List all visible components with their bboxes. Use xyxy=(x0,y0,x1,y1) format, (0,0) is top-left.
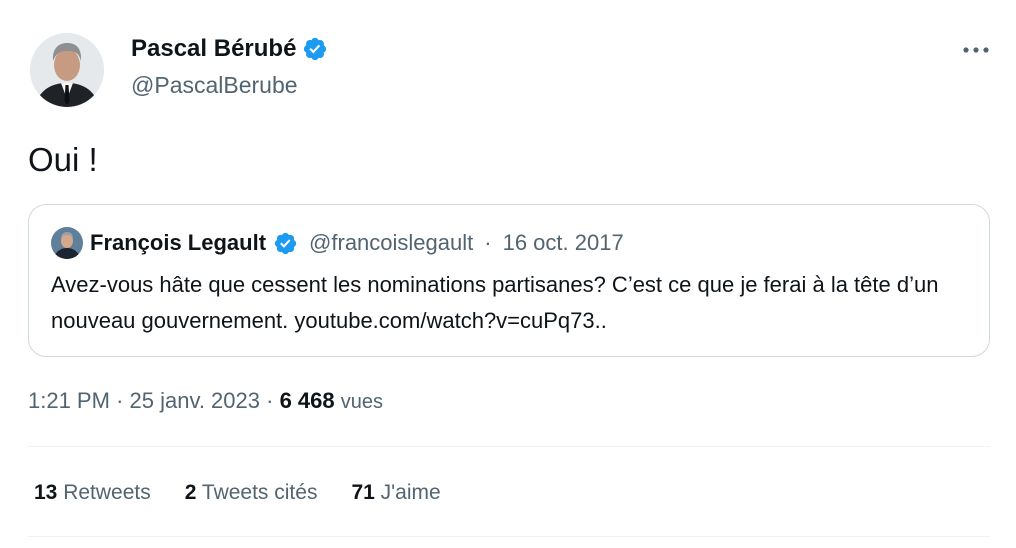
likes-count: 71 xyxy=(351,481,375,504)
author-handle[interactable]: @PascalBerube xyxy=(131,70,298,100)
author-avatar[interactable] xyxy=(30,33,104,107)
quote-tweets-stat[interactable]: 2 Tweets cités xyxy=(185,478,318,508)
more-horizontal-icon xyxy=(963,47,989,53)
retweets-label: Retweets xyxy=(63,481,151,504)
likes-stat[interactable]: 71 J'aime xyxy=(351,478,440,508)
divider xyxy=(28,536,990,537)
tweet-time[interactable]: 1:21 PM xyxy=(28,388,110,413)
tweet-date[interactable]: 25 janv. 2023 xyxy=(130,388,260,413)
author-name-text: Pascal Bérubé xyxy=(131,35,297,62)
quoted-author-avatar[interactable] xyxy=(51,227,83,259)
views-label: vues xyxy=(340,391,384,413)
quoted-tweet-text: Avez-vous hâte que cessent les nominatio… xyxy=(51,272,939,333)
views-count: 6 468 xyxy=(279,388,335,413)
engagement-stats: 13 Retweets 2 Tweets cités 71 J'aime xyxy=(34,478,441,508)
retweets-stat[interactable]: 13 Retweets xyxy=(34,478,151,508)
quoted-tweet-date: 16 oct. 2017 xyxy=(502,230,624,255)
meta-separator: · xyxy=(484,230,492,255)
quoted-tweet-header: François Legault @francoislegault · 16 o… xyxy=(51,227,624,259)
quoted-author-name[interactable]: François Legault xyxy=(90,230,266,256)
quote-tweets-count: 2 xyxy=(184,481,197,504)
verified-badge-icon xyxy=(273,231,298,256)
quoted-tweet-card[interactable]: François Legault @francoislegault · 16 o… xyxy=(28,204,990,357)
meta-separator: · xyxy=(266,388,274,413)
retweets-count: 13 xyxy=(34,481,58,504)
verified-badge-icon xyxy=(302,36,328,62)
divider xyxy=(28,446,990,447)
likes-label: J'aime xyxy=(380,481,441,504)
author-name[interactable]: Pascal Bérubé xyxy=(131,34,328,64)
quoted-author-handle: @francoislegault xyxy=(309,230,474,255)
meta-separator: · xyxy=(116,388,124,413)
quote-tweets-label: Tweets cités xyxy=(201,481,318,504)
more-options-button[interactable] xyxy=(956,36,996,64)
tweet-text: Oui ! xyxy=(28,141,98,178)
tweet-meta: 1:21 PM · 25 janv. 2023 · 6 468 vues xyxy=(28,386,383,417)
